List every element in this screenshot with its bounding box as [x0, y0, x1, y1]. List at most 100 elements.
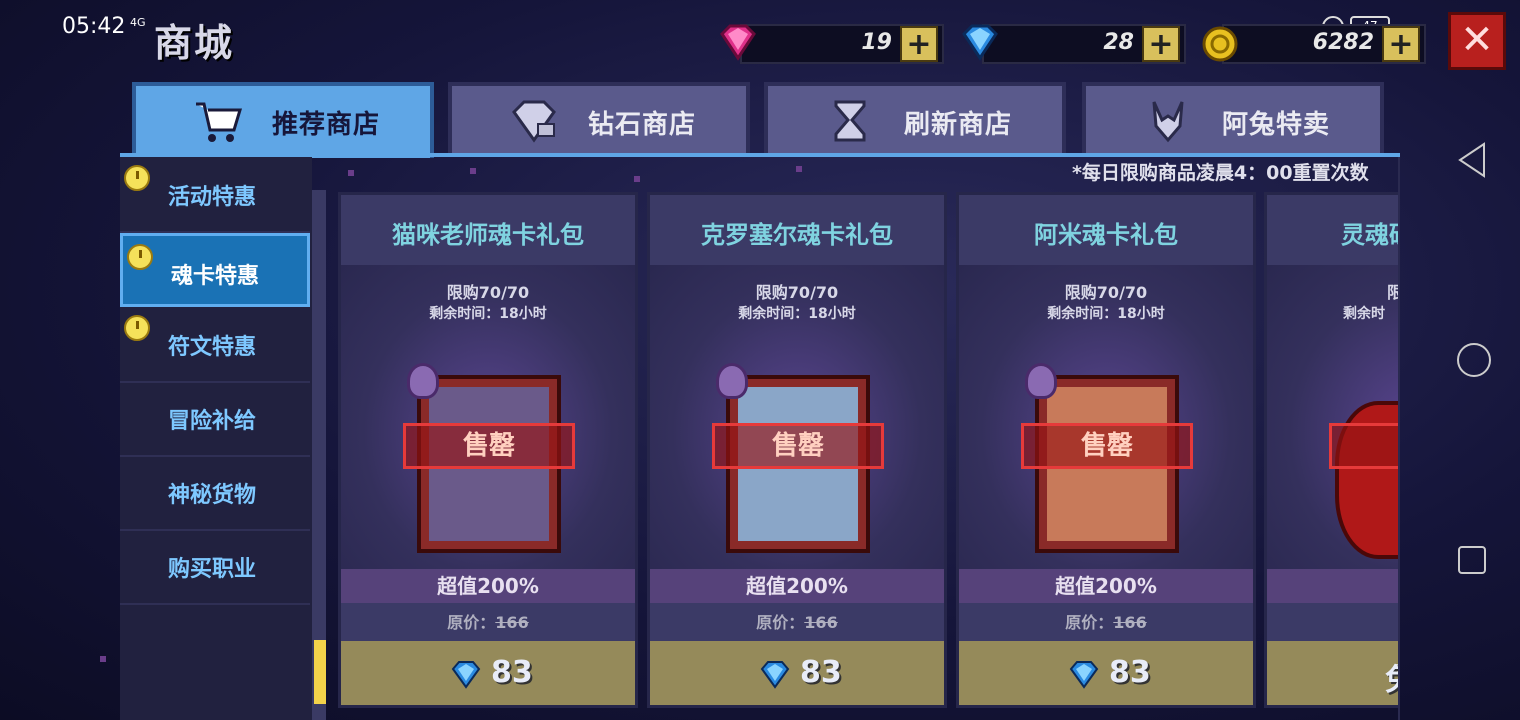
back-nav-icon[interactable] — [1456, 142, 1488, 178]
cart-icon — [196, 102, 243, 142]
tab-label: 刷新商店 — [904, 110, 1013, 140]
original-price: 原价：166 — [341, 609, 635, 633]
product-title: 猫咪老师魂卡礼包 — [392, 221, 584, 249]
gold-coin-count: 6282 — [1312, 30, 1374, 55]
sidebar-item-label: 神秘货物 — [168, 483, 257, 508]
remaining-time: 剩余时间：18小时 — [738, 306, 856, 322]
clock-icon — [124, 165, 150, 191]
sidebar-item-label: 冒险补给 — [168, 409, 257, 434]
price-value: 免 — [1385, 655, 1398, 699]
tab-diamond-shop[interactable]: 钻石商店 — [448, 82, 750, 154]
add-gold-coin-button[interactable]: + — [1382, 26, 1420, 62]
original-price-label: 原价： — [756, 613, 805, 632]
blue-diamond-count: 28 — [1103, 30, 1134, 55]
right-frame — [1398, 157, 1400, 720]
pink-gem-icon — [720, 24, 756, 61]
scroll-indicator[interactable] — [314, 640, 326, 704]
add-pink-gem-button[interactable]: + — [900, 26, 938, 62]
rabbit-icon — [1152, 101, 1184, 143]
price-value: 83 — [800, 655, 842, 690]
blue-diamond-icon — [1069, 661, 1099, 689]
bg-star — [348, 170, 354, 176]
blue-diamond-icon — [451, 661, 481, 689]
gold-coin-icon — [1202, 26, 1238, 62]
sold-out-badge: 售 — [1329, 423, 1398, 469]
original-price: 原价：166 — [959, 609, 1253, 633]
purchase-limit: 限购70/70 — [446, 283, 530, 302]
product-title: 阿米魂卡礼包 — [1034, 221, 1178, 249]
gem-badge-icon — [716, 363, 748, 399]
product-title: 灵魂砭 — [1341, 221, 1398, 249]
product-card[interactable]: 克罗塞尔魂卡礼包 限购70/70 剩余时间：18小时 售罄 超值200% 原价：… — [647, 192, 947, 708]
sidebar-item-buy-class[interactable]: 购买职业 — [120, 529, 310, 605]
original-price-label: 原价： — [447, 613, 496, 632]
gem-badge-icon — [407, 363, 439, 399]
remaining-time: 剩余时间：18小时 — [429, 306, 547, 322]
purchase-limit: 限购70/70 — [755, 283, 839, 302]
tab-label: 钻石商店 — [588, 110, 697, 140]
value-tag — [1267, 569, 1398, 603]
product-card[interactable]: 灵魂砭 限 剩余时 售 免 — [1264, 192, 1398, 708]
tab-label: 阿兔特卖 — [1222, 110, 1331, 140]
purchase-limit: 限购70/70 — [1064, 283, 1148, 302]
sidebar-item-mystery-goods[interactable]: 神秘货物 — [120, 455, 310, 531]
product-title: 克罗塞尔魂卡礼包 — [701, 221, 893, 249]
sidebar-item-label: 购买职业 — [168, 557, 257, 582]
tab-recommended-shop[interactable]: 推荐商店 — [132, 82, 434, 158]
card-clip: 灵魂砭 限 剩余时 售 免 — [1264, 192, 1398, 708]
bg-star — [470, 168, 476, 174]
currency-blue-diamond: 28 + — [962, 24, 1186, 64]
hourglass-icon — [834, 100, 866, 142]
product-card[interactable]: 猫咪老师魂卡礼包 限购70/70 剩余时间：18小时 售罄 超值200% 原价：… — [338, 192, 638, 708]
original-price-value: 166 — [1113, 613, 1147, 632]
blue-diamond-icon — [962, 24, 998, 61]
recents-nav-icon[interactable] — [1456, 544, 1488, 576]
buy-button[interactable]: 83 — [341, 641, 635, 705]
signal-indicator: 4G — [130, 16, 146, 29]
original-price-label: 原价： — [1065, 613, 1114, 632]
sold-out-badge: 售罄 — [712, 423, 884, 469]
buy-button[interactable]: 83 — [650, 641, 944, 705]
price-value: 83 — [1109, 655, 1151, 690]
add-blue-diamond-button[interactable]: + — [1142, 26, 1180, 62]
original-price: 原价：166 — [650, 609, 944, 633]
pink-gem-count: 19 — [861, 30, 892, 55]
sidebar-item-label: 符文特惠 — [168, 335, 257, 360]
sidebar-item-label: 魂卡特惠 — [171, 264, 260, 289]
blue-diamond-icon — [760, 661, 790, 689]
sidebar-item-rune-deals[interactable]: 符文特惠 — [120, 307, 310, 383]
sold-out-badge: 售罄 — [1021, 423, 1193, 469]
remaining-time: 剩余时间：18小时 — [1047, 306, 1165, 322]
tab-underline — [120, 153, 1400, 157]
buy-button[interactable]: 83 — [959, 641, 1253, 705]
buy-button[interactable]: 免 — [1267, 641, 1398, 705]
close-button[interactable]: ✕ — [1448, 12, 1506, 70]
sidebar-item-soul-card-deals[interactable]: 魂卡特惠 — [120, 233, 310, 307]
sidebar-item-adventure-supply[interactable]: 冒险补给 — [120, 381, 310, 457]
remaining-time: 剩余时 — [1343, 306, 1385, 322]
bg-star — [796, 166, 802, 172]
value-tag: 超值200% — [959, 569, 1253, 603]
status-time: 05:42 — [62, 14, 126, 39]
bg-star — [634, 176, 640, 182]
daily-reset-notice: *每日限购商品凌晨4：00重置次数 — [1072, 162, 1369, 184]
page-title: 商城 — [154, 21, 235, 65]
sidebar-item-label: 活动特惠 — [168, 185, 257, 210]
currency-pink-gem: 19 + — [720, 24, 944, 64]
sold-out-badge: 售罄 — [403, 423, 575, 469]
gem-badge-icon — [1025, 363, 1057, 399]
tab-rabbit-sale[interactable]: 阿兔特卖 — [1082, 82, 1384, 154]
tab-label: 推荐商店 — [272, 110, 381, 140]
home-nav-icon[interactable] — [1456, 342, 1492, 378]
value-tag: 超值200% — [650, 569, 944, 603]
price-value: 83 — [491, 655, 533, 690]
purchase-limit: 限 — [1387, 279, 1398, 303]
sidebar-item-event-deals[interactable]: 活动特惠 — [120, 157, 310, 233]
clock-icon — [127, 244, 153, 270]
diamond-icon — [512, 100, 556, 143]
product-card[interactable]: 阿米魂卡礼包 限购70/70 剩余时间：18小时 售罄 超值200% 原价：16… — [956, 192, 1256, 708]
tab-refresh-shop[interactable]: 刷新商店 — [764, 82, 1066, 154]
currency-gold-coin: 6282 + — [1202, 24, 1426, 64]
bg-star — [100, 656, 106, 662]
value-tag: 超值200% — [341, 569, 635, 603]
